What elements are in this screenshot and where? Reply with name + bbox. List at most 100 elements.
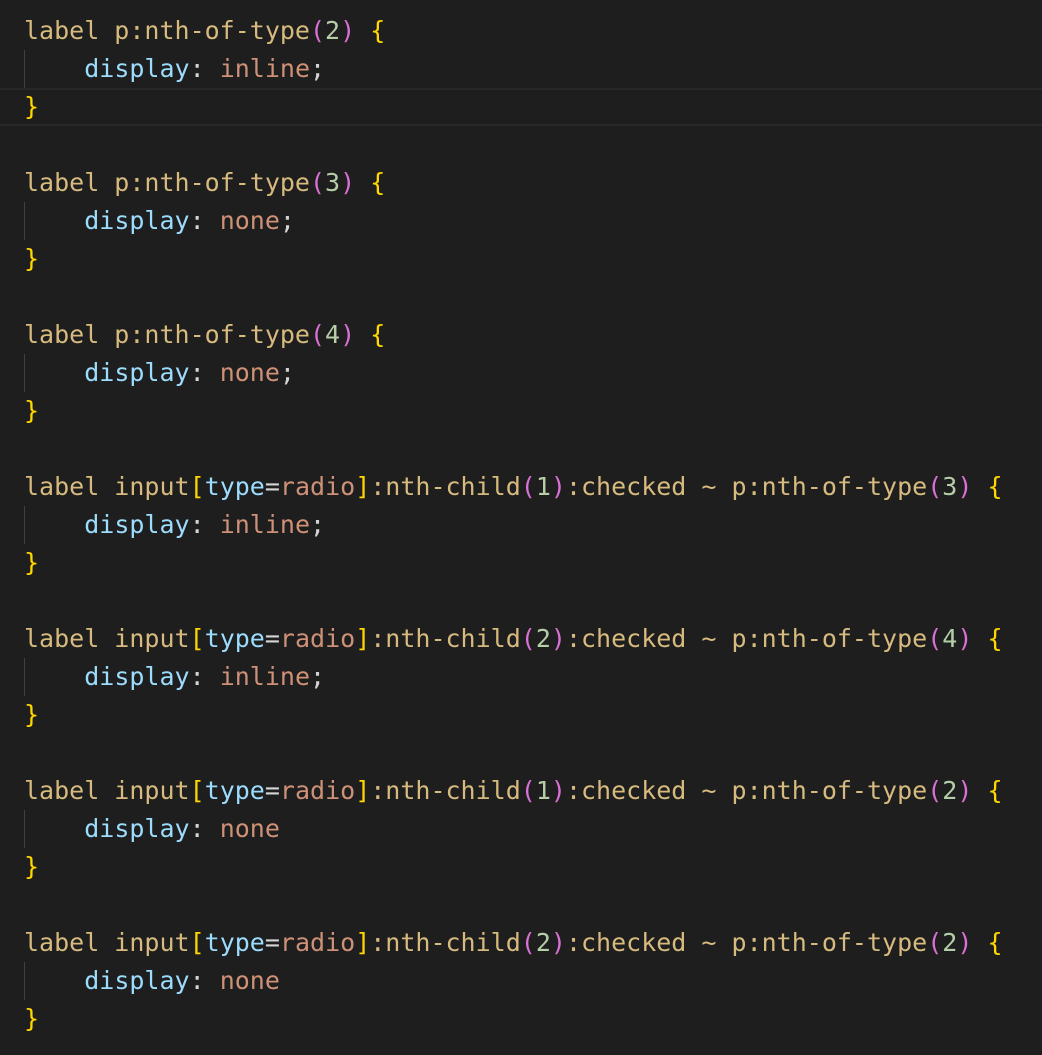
code-token: ) — [550, 472, 566, 501]
code-line[interactable]: display: none; — [24, 354, 1042, 392]
code-token: label p:nth-of-type — [24, 320, 310, 349]
code-line[interactable]: display: inline; — [24, 506, 1042, 544]
code-line[interactable]: display: none — [24, 962, 1042, 1000]
code-line[interactable] — [24, 582, 1042, 620]
code-editor[interactable]: label p:nth-of-type(2) { display: inline… — [0, 0, 1042, 1055]
code-token: ( — [927, 472, 943, 501]
code-token: none — [219, 814, 280, 843]
code-line[interactable]: label p:nth-of-type(4) { — [24, 316, 1042, 354]
code-token: :checked ~ p:nth-of-type — [565, 624, 928, 653]
code-token: display — [84, 358, 190, 387]
code-line[interactable]: label input[type=radio]:nth-child(2):che… — [24, 620, 1042, 658]
code-token: [ — [189, 928, 205, 957]
code-token: { — [370, 320, 386, 349]
code-token: ( — [927, 928, 943, 957]
code-line[interactable]: } — [24, 848, 1042, 886]
code-line[interactable]: label input[type=radio]:nth-child(1):che… — [24, 468, 1042, 506]
code-token: label input — [24, 472, 190, 501]
code-token: type — [204, 776, 265, 805]
indent-guide — [24, 202, 25, 240]
code-token: : — [189, 358, 220, 387]
code-token: : — [189, 206, 220, 235]
code-token: inline — [219, 510, 310, 539]
code-token: ] — [355, 472, 371, 501]
code-token: label input — [24, 624, 190, 653]
code-token: 2 — [535, 624, 551, 653]
code-token: :nth-child — [370, 776, 521, 805]
code-area[interactable]: label p:nth-of-type(2) { display: inline… — [0, 12, 1042, 1038]
code-line[interactable]: display: none — [24, 810, 1042, 848]
code-line[interactable]: } — [24, 240, 1042, 278]
code-line[interactable]: } — [24, 1000, 1042, 1038]
code-token: } — [24, 92, 40, 121]
code-line[interactable] — [24, 734, 1042, 772]
code-line[interactable]: label input[type=radio]:nth-child(1):che… — [24, 772, 1042, 810]
code-token: } — [24, 852, 40, 881]
code-token: ( — [309, 168, 326, 197]
code-token: 1 — [535, 472, 551, 501]
indent-guide — [24, 962, 25, 1000]
code-line[interactable]: } — [24, 544, 1042, 582]
code-line[interactable]: label input[type=radio]:nth-child(2):che… — [24, 924, 1042, 962]
code-line[interactable]: label p:nth-of-type(3) { — [24, 164, 1042, 202]
code-token: { — [370, 16, 386, 45]
indent-guide — [24, 50, 25, 88]
code-token: ) — [340, 168, 356, 197]
code-token: 4 — [325, 320, 341, 349]
code-line[interactable]: label p:nth-of-type(2) { — [24, 12, 1042, 50]
code-token: ( — [520, 472, 536, 501]
code-token: 3 — [325, 168, 341, 197]
code-token: ) — [340, 320, 356, 349]
code-token: none — [219, 206, 280, 235]
code-token: none — [219, 358, 280, 387]
code-token: [ — [189, 472, 205, 501]
code-token: radio — [279, 928, 356, 957]
code-token: { — [987, 472, 1003, 501]
code-token: = — [264, 472, 280, 501]
code-line[interactable]: } — [24, 392, 1042, 430]
code-token: ; — [310, 510, 326, 539]
code-line[interactable] — [24, 886, 1042, 924]
code-token: 2 — [325, 16, 341, 45]
code-token: display — [84, 662, 190, 691]
code-token: 1 — [535, 776, 551, 805]
code-token: type — [204, 472, 265, 501]
code-token: = — [264, 776, 280, 805]
code-token: type — [204, 928, 265, 957]
code-token: :nth-child — [370, 928, 521, 957]
code-token: [ — [189, 776, 205, 805]
code-line[interactable] — [24, 278, 1042, 316]
code-token: } — [24, 548, 40, 577]
code-token: ( — [520, 776, 536, 805]
code-token: ] — [355, 776, 371, 805]
code-token: ) — [957, 776, 973, 805]
code-token: ] — [355, 928, 371, 957]
code-line[interactable] — [24, 126, 1042, 164]
code-line[interactable]: display: inline; — [24, 658, 1042, 696]
code-token: ( — [309, 16, 326, 45]
code-token: :nth-child — [370, 472, 521, 501]
code-token: ) — [550, 624, 566, 653]
code-line[interactable]: } — [0, 88, 1042, 126]
code-token: ( — [309, 320, 326, 349]
code-token: { — [987, 624, 1003, 653]
code-line[interactable]: display: inline; — [24, 50, 1042, 88]
code-token: label input — [24, 928, 190, 957]
code-token: radio — [279, 472, 356, 501]
indent-guide — [24, 506, 25, 544]
code-token: 3 — [942, 472, 958, 501]
code-line[interactable]: } — [24, 696, 1042, 734]
code-token: ; — [279, 358, 295, 387]
code-token: type — [204, 624, 265, 653]
code-line[interactable]: display: none; — [24, 202, 1042, 240]
code-token: : — [189, 662, 220, 691]
code-line[interactable] — [24, 430, 1042, 468]
